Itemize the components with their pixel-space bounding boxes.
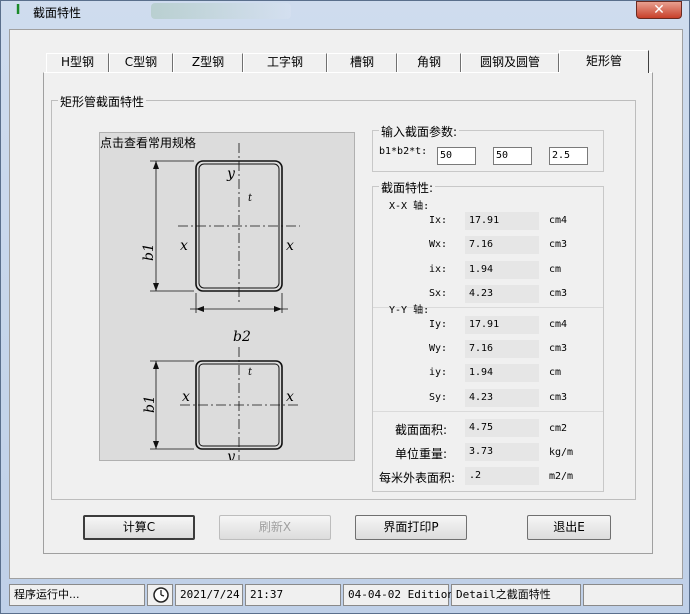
status-empty: [583, 584, 683, 606]
sy-value: 4.23: [465, 389, 539, 407]
sx-unit: cm3: [549, 288, 568, 299]
section-group-title: 矩形管截面特性: [58, 93, 147, 110]
label-b1-top: b1: [141, 243, 157, 261]
print-button[interactable]: 界面打印P: [355, 515, 467, 540]
status-date: 2021/7/24: [175, 584, 243, 606]
area-unit: cm2: [549, 423, 568, 434]
ix-label: Ix:: [429, 215, 448, 226]
input-group: 输入截面参数: b1*b2*t: 50 50 2.5: [372, 123, 604, 172]
sx-value: 4.23: [465, 285, 539, 303]
tab-channel[interactable]: 槽钢: [327, 53, 397, 72]
yy-axis-header: Y-Y 轴:: [389, 305, 430, 316]
status-edition: 04-04-02 Edition: [343, 584, 454, 606]
iy-unit: cm4: [549, 319, 568, 330]
label-t-bottom: t: [248, 367, 253, 378]
xx-axis-header: X-X 轴:: [389, 201, 430, 212]
status-detail: Detail之截面特性: [451, 584, 581, 606]
label-x-left-bottom: x: [182, 389, 190, 405]
sy-label: Sy:: [429, 392, 448, 403]
label-b2-top: b2: [233, 329, 251, 345]
weight-unit: kg/m: [549, 447, 574, 458]
t-input[interactable]: 2.5: [549, 147, 588, 165]
properties-group-title: 截面特性:: [379, 179, 436, 196]
label-x-right-top: x: [286, 238, 294, 254]
status-time: 21:37: [245, 584, 341, 606]
area-value: 4.75: [465, 419, 539, 437]
label-t-top: t: [248, 193, 253, 204]
title-bar-decoration: [151, 3, 291, 19]
rect-tube-drawing: y x x b1 b2 t x x y b1 t: [141, 143, 300, 460]
wy-label: Wy:: [429, 343, 448, 354]
label-x-left-top: x: [180, 238, 188, 254]
wx-unit: cm3: [549, 239, 568, 250]
wx-value: 7.16: [465, 236, 539, 254]
ix-unit: cm4: [549, 215, 568, 226]
surface-area-label: 每米外表面积:: [379, 471, 456, 485]
tab-h-steel[interactable]: H型钢: [46, 53, 109, 72]
wy-unit: cm3: [549, 343, 568, 354]
iy-value: 17.91: [465, 316, 539, 334]
wy-value: 7.16: [465, 340, 539, 358]
input-group-title: 输入截面参数:: [379, 123, 460, 140]
window-title: 截面特性: [33, 6, 82, 20]
status-text: 程序运行中...: [9, 584, 145, 606]
rx-unit: cm: [549, 264, 562, 275]
ry-unit: cm: [549, 367, 562, 378]
ix-value: 17.91: [465, 212, 539, 230]
title-bar: I 截面特性 ✕: [1, 1, 689, 23]
sx-label: Sx:: [429, 288, 448, 299]
main-window: I 截面特性 ✕ H型钢 C型钢 Z型钢 工字钢 槽钢 角钢 圆钢及圆管 矩形管…: [0, 0, 690, 614]
param-label: b1*b2*t:: [379, 146, 428, 157]
calculate-button[interactable]: 计算C: [83, 515, 195, 540]
tab-z-steel[interactable]: Z型钢: [173, 53, 243, 72]
status-bar: 程序运行中... 2021/7/24 21:37 04-04-02 Editio…: [9, 584, 683, 608]
label-x-right-bottom: x: [286, 389, 294, 405]
iy-label: Iy:: [429, 319, 448, 330]
surface-area-unit: m2/m: [549, 471, 574, 482]
label-b1-bottom: b1: [142, 395, 158, 413]
ry-value: 1.94: [465, 364, 539, 382]
tab-rect-tube[interactable]: 矩形管: [559, 50, 649, 73]
clock-icon: [147, 584, 173, 606]
label-y-top: y: [226, 166, 236, 182]
exit-button[interactable]: 退出E: [527, 515, 611, 540]
label-y-bottom: y: [226, 449, 236, 460]
section-diagram[interactable]: 点击查看常用规格 y x x b1 b2 t x x y b1 t: [99, 132, 355, 461]
weight-value: 3.73: [465, 443, 539, 461]
client-area: H型钢 C型钢 Z型钢 工字钢 槽钢 角钢 圆钢及圆管 矩形管 矩形管截面特性 …: [9, 29, 683, 579]
rx-label: ix:: [429, 264, 448, 275]
rx-value: 1.94: [465, 261, 539, 279]
surface-area-value: .2: [465, 467, 539, 485]
tab-c-steel[interactable]: C型钢: [109, 53, 173, 72]
ry-label: iy:: [429, 367, 448, 378]
app-icon: I: [15, 3, 21, 18]
wx-label: Wx:: [429, 239, 448, 250]
area-label: 截面面积:: [395, 423, 448, 437]
weight-label: 单位重量:: [395, 447, 448, 461]
tab-round-pipe[interactable]: 圆钢及圆管: [461, 53, 559, 72]
properties-group: 截面特性: X-X 轴: Ix: 17.91 cm4 Wx: 7.16 cm3 …: [372, 179, 604, 492]
b1-input[interactable]: 50: [437, 147, 476, 165]
sy-unit: cm3: [549, 392, 568, 403]
divider: [373, 411, 603, 412]
close-button[interactable]: ✕: [636, 1, 682, 19]
tab-angle[interactable]: 角钢: [397, 53, 461, 72]
tab-i-beam[interactable]: 工字钢: [243, 53, 327, 72]
b2-input[interactable]: 50: [493, 147, 532, 165]
refresh-button[interactable]: 刷新X: [219, 515, 331, 540]
